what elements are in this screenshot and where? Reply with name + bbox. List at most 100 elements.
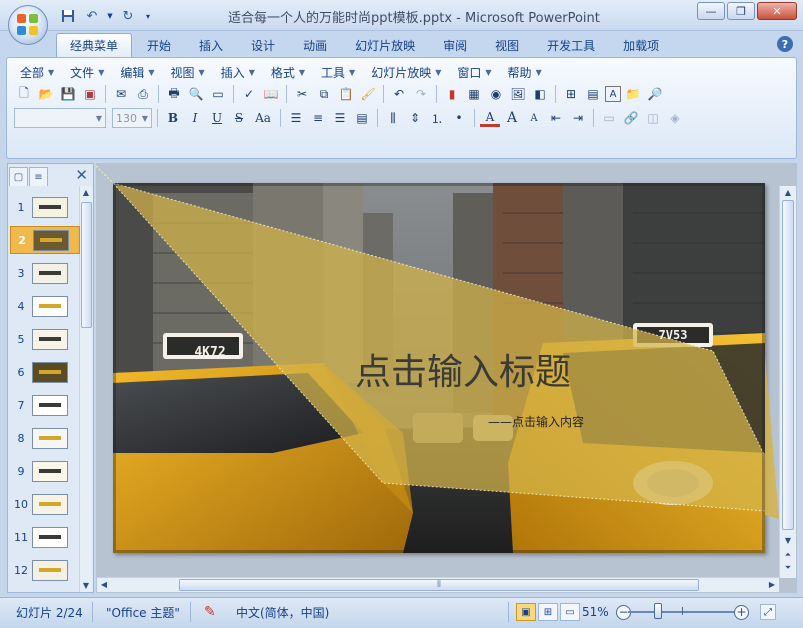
- italic-button[interactable]: I: [185, 108, 205, 128]
- open-icon[interactable]: 📂: [36, 84, 56, 104]
- picture-icon[interactable]: 🖼: [508, 84, 528, 104]
- bullets-icon[interactable]: •: [449, 108, 469, 128]
- scroll-up-icon[interactable]: ▲: [780, 188, 796, 197]
- save-icon[interactable]: [58, 7, 78, 25]
- layout-icon[interactable]: ▤: [583, 84, 603, 104]
- slide-show-view-icon[interactable]: ▭: [560, 603, 580, 621]
- fit-to-window-icon[interactable]: ⤢: [760, 604, 776, 620]
- email-icon[interactable]: ✉: [111, 84, 131, 104]
- font-size-combo[interactable]: 130 ▼: [112, 108, 152, 128]
- font-name-combo[interactable]: ▼: [14, 108, 106, 128]
- columns-icon[interactable]: ⫼: [383, 108, 403, 128]
- underline-button[interactable]: U: [207, 108, 227, 128]
- table-icon[interactable]: ▦: [464, 84, 484, 104]
- shapes-icon[interactable]: ▭: [599, 108, 619, 128]
- language-indicator[interactable]: 中文(简体，中国): [236, 602, 329, 622]
- scroll-up-icon[interactable]: ▲: [80, 188, 92, 197]
- print-preview-icon[interactable]: ⎙: [133, 84, 153, 104]
- copy-icon[interactable]: ⧉: [314, 84, 334, 104]
- zoom-level[interactable]: 51%: [582, 602, 609, 622]
- help-icon[interactable]: ?: [777, 36, 793, 52]
- folder-icon[interactable]: 📁: [623, 84, 643, 104]
- slide-sorter-view-icon[interactable]: ⊞: [538, 603, 558, 621]
- customize-icon[interactable]: ▾: [142, 7, 154, 25]
- increase-indent-icon[interactable]: ⇥: [568, 108, 588, 128]
- cut-icon[interactable]: ✂: [292, 84, 312, 104]
- slide-thumbnail[interactable]: 3: [10, 259, 80, 287]
- permission-icon[interactable]: ▣: [80, 84, 100, 104]
- undo-icon[interactable]: ↶: [389, 84, 409, 104]
- menu-insert[interactable]: 插入 ▼: [213, 63, 263, 81]
- slide-thumbnail[interactable]: 5: [10, 325, 80, 353]
- undo-dropdown-icon[interactable]: ▼: [106, 7, 114, 25]
- slide-thumbnail[interactable]: 12: [10, 556, 80, 584]
- menu-slide-show[interactable]: 幻灯片放映 ▼: [363, 63, 449, 81]
- clip-art-icon[interactable]: ◉: [486, 84, 506, 104]
- slide-thumbnail[interactable]: 8: [10, 424, 80, 452]
- tab-developer[interactable]: 开发工具: [534, 33, 608, 57]
- slide-thumbnail[interactable]: 11: [10, 523, 80, 551]
- textbox-icon[interactable]: A: [605, 86, 621, 102]
- tab-animations[interactable]: 动画: [290, 33, 340, 57]
- outline-tab-icon[interactable]: ≡: [29, 167, 48, 186]
- tab-review[interactable]: 审阅: [430, 33, 480, 57]
- theme-name[interactable]: "Office 主题": [106, 602, 180, 622]
- next-slide-icon[interactable]: ⏷: [780, 563, 796, 573]
- scroll-down-icon[interactable]: ▼: [80, 581, 92, 590]
- zoom-in-button[interactable]: +: [734, 604, 749, 620]
- menu-help[interactable]: 帮助 ▼: [500, 63, 550, 81]
- slide-thumbnail[interactable]: 7: [10, 391, 80, 419]
- tab-insert[interactable]: 插入: [186, 33, 236, 57]
- close-icon[interactable]: ✕: [75, 166, 88, 184]
- new-slide-icon[interactable]: ⊞: [561, 84, 581, 104]
- spelling-icon[interactable]: ✓: [239, 84, 259, 104]
- normal-view-icon[interactable]: ▣: [516, 603, 536, 621]
- menu-file[interactable]: 文件 ▼: [62, 63, 112, 81]
- minimize-icon[interactable]: —: [697, 2, 725, 20]
- maximize-icon[interactable]: ❐: [727, 2, 755, 20]
- editor-horizontal-scrollbar[interactable]: ◀ ⦀ ▶: [97, 577, 779, 592]
- arrange-icon[interactable]: ◫: [643, 108, 663, 128]
- save-icon[interactable]: 💾: [58, 84, 78, 104]
- hyperlink-icon[interactable]: 🔗: [621, 108, 641, 128]
- tab-classic-menu[interactable]: 经典菜单: [56, 33, 133, 57]
- scroll-right-icon[interactable]: ▶: [767, 580, 777, 589]
- format-painter-icon[interactable]: 🖌: [358, 84, 378, 104]
- menu-tools[interactable]: 工具 ▼: [313, 63, 363, 81]
- tab-slide-show[interactable]: 幻灯片放映: [342, 33, 428, 57]
- spelling-check-icon[interactable]: ✎: [204, 602, 216, 622]
- research-icon[interactable]: 📖: [261, 84, 281, 104]
- slide-thumbnail[interactable]: 2: [10, 226, 80, 254]
- shrink-font-button[interactable]: A: [524, 108, 544, 128]
- slide-thumbnail[interactable]: 1: [10, 193, 80, 221]
- zoom-slider-track[interactable]: [628, 611, 734, 613]
- redo-icon[interactable]: ↷: [411, 84, 431, 104]
- tab-view[interactable]: 视图: [482, 33, 532, 57]
- grow-font-button[interactable]: A: [502, 108, 522, 128]
- align-right-icon[interactable]: ☰: [330, 108, 350, 128]
- new-icon[interactable]: 🗋: [14, 84, 34, 104]
- redo-icon[interactable]: ↻: [118, 7, 138, 25]
- shadow-button[interactable]: S: [229, 108, 249, 128]
- undo-icon[interactable]: ↶: [82, 7, 102, 25]
- preview-icon[interactable]: 🔍: [186, 84, 206, 104]
- scrollbar-thumb[interactable]: [81, 202, 92, 328]
- scrollbar-thumb[interactable]: ⦀: [179, 579, 699, 591]
- paste-icon[interactable]: 📋: [336, 84, 356, 104]
- tab-design[interactable]: 设计: [238, 33, 288, 57]
- slide-thumbnail[interactable]: 9: [10, 457, 80, 485]
- print-icon[interactable]: 🖶: [164, 84, 184, 104]
- change-case-button[interactable]: Aa: [251, 108, 275, 128]
- align-left-icon[interactable]: ☰: [286, 108, 306, 128]
- align-center-icon[interactable]: ≡: [308, 108, 328, 128]
- find-icon[interactable]: 🔎: [645, 84, 665, 104]
- tab-home[interactable]: 开始: [134, 33, 184, 57]
- menu-edit[interactable]: 编辑 ▼: [112, 63, 162, 81]
- close-icon[interactable]: ✕: [757, 2, 797, 20]
- decrease-indent-icon[interactable]: ⇤: [546, 108, 566, 128]
- menu-all[interactable]: 全部 ▼: [12, 63, 62, 81]
- line-spacing-icon[interactable]: ⇕: [405, 108, 425, 128]
- menu-format[interactable]: 格式 ▼: [263, 63, 313, 81]
- menu-window[interactable]: 窗口 ▼: [449, 63, 499, 81]
- bold-button[interactable]: B: [163, 108, 183, 128]
